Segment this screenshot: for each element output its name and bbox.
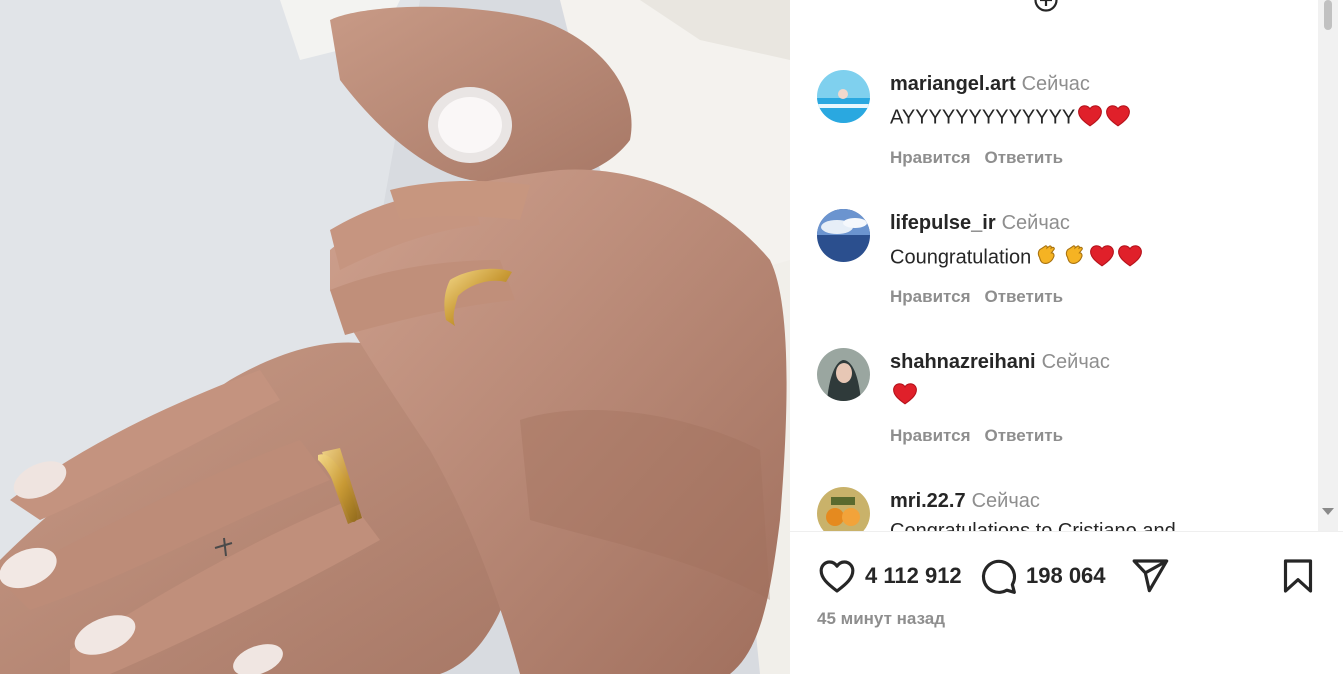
avatar-image [817, 70, 870, 123]
comment-time: Сейчас [1041, 351, 1110, 373]
comment-emojis [1031, 245, 1143, 268]
comments-count[interactable]: 198 064 [1026, 563, 1106, 589]
comment-bubble-icon[interactable] [978, 556, 1018, 596]
post-photo[interactable] [0, 0, 790, 674]
comment-item: mri.22.7 Сейчас Congratulations to Cristi… [790, 487, 1316, 531]
comments-scrollbar[interactable] [1318, 0, 1338, 531]
send-paper-plane-icon[interactable] [1130, 556, 1170, 596]
likes-count[interactable]: 4 112 912 [865, 563, 962, 589]
comment-header: shahnazreihani Сейчас [890, 351, 1110, 374]
comment-text-body: AYYYYYYYYYYYYY [890, 106, 1076, 129]
reply-comment-button[interactable]: Ответить [985, 148, 1064, 167]
comment-time: Сейчас [1001, 212, 1070, 234]
red-heart-emoji-icon [1105, 103, 1131, 133]
avatar[interactable] [817, 487, 870, 531]
comment-actions: Нравится Ответить [890, 426, 1077, 446]
scroll-down-arrow-icon[interactable] [1322, 508, 1334, 515]
avatar-image [817, 487, 870, 531]
save-action [1278, 556, 1318, 596]
comment-item: lifepulse_ir Сейчас Coungratulation Нрави… [790, 209, 1316, 339]
comment-emojis [890, 383, 918, 406]
comment-header: mri.22.7 Сейчас [890, 490, 1040, 513]
like-comment-button[interactable]: Нравится [890, 148, 971, 167]
comment-item: shahnazreihani Сейчас Нравится Ответить [790, 348, 1316, 478]
avatar[interactable] [817, 348, 870, 401]
comment-text: Coungratulation [890, 242, 1143, 274]
comment-time: Сейчас [971, 490, 1040, 512]
avatar[interactable] [817, 70, 870, 123]
red-heart-emoji-icon [1077, 103, 1103, 133]
like-comment-button[interactable]: Нравится [890, 287, 971, 306]
hands-with-rings-image [0, 0, 790, 674]
comment-text-body: Congratulations to Cristiano and [890, 520, 1176, 531]
bookmark-icon[interactable] [1278, 556, 1318, 596]
comment-actions: Нравится Ответить [890, 287, 1077, 307]
post-timestamp[interactable]: 45 минут назад [817, 609, 945, 629]
comment-text: AYYYYYYYYYYYYY [890, 103, 1131, 133]
comment-actions: Нравится Ответить [890, 148, 1077, 168]
comment-header: mariangel.art Сейчас [890, 73, 1090, 96]
comment-text: Congratulations to Cristiano and [890, 520, 1176, 531]
comment-emojis [1075, 105, 1131, 128]
share-action [1130, 556, 1170, 596]
comment-username[interactable]: mri.22.7 [890, 490, 966, 512]
comment-username[interactable]: mariangel.art [890, 73, 1016, 95]
comment-username[interactable]: lifepulse_ir [890, 212, 996, 234]
comment-action: 198 064 [978, 556, 1106, 596]
comment-text-body: Coungratulation [890, 246, 1032, 269]
clapping-hands-emoji-icon [1061, 242, 1087, 274]
comment-header: lifepulse_ir Сейчас [890, 212, 1070, 235]
comment-username[interactable]: shahnazreihani [890, 351, 1036, 373]
red-heart-emoji-icon [1117, 243, 1143, 273]
avatar-image [817, 348, 870, 401]
reply-comment-button[interactable]: Ответить [985, 426, 1064, 445]
comment-time: Сейчас [1021, 73, 1090, 95]
clapping-hands-emoji-icon [1033, 242, 1059, 274]
reply-comment-button[interactable]: Ответить [985, 287, 1064, 306]
red-heart-emoji-icon [892, 381, 918, 411]
like-action: 4 112 912 [817, 556, 962, 596]
avatar[interactable] [817, 209, 870, 262]
divider [790, 531, 1343, 532]
like-comment-button[interactable]: Нравится [890, 426, 971, 445]
comment-item: mariangel.art Сейчас AYYYYYYYYYYYYY Нрави… [790, 70, 1316, 200]
heart-outline-icon[interactable] [817, 556, 857, 596]
comments-panel: mariangel.art Сейчас AYYYYYYYYYYYYY Нрави… [790, 0, 1343, 674]
scrollbar-thumb[interactable] [1324, 0, 1332, 30]
post-actions-bar: 4 112 912 198 064 [790, 548, 1343, 604]
comment-text [890, 381, 918, 411]
avatar-image [817, 209, 870, 262]
red-heart-emoji-icon [1089, 243, 1115, 273]
comments-list[interactable]: mariangel.art Сейчас AYYYYYYYYYYYYY Нрави… [790, 0, 1316, 531]
